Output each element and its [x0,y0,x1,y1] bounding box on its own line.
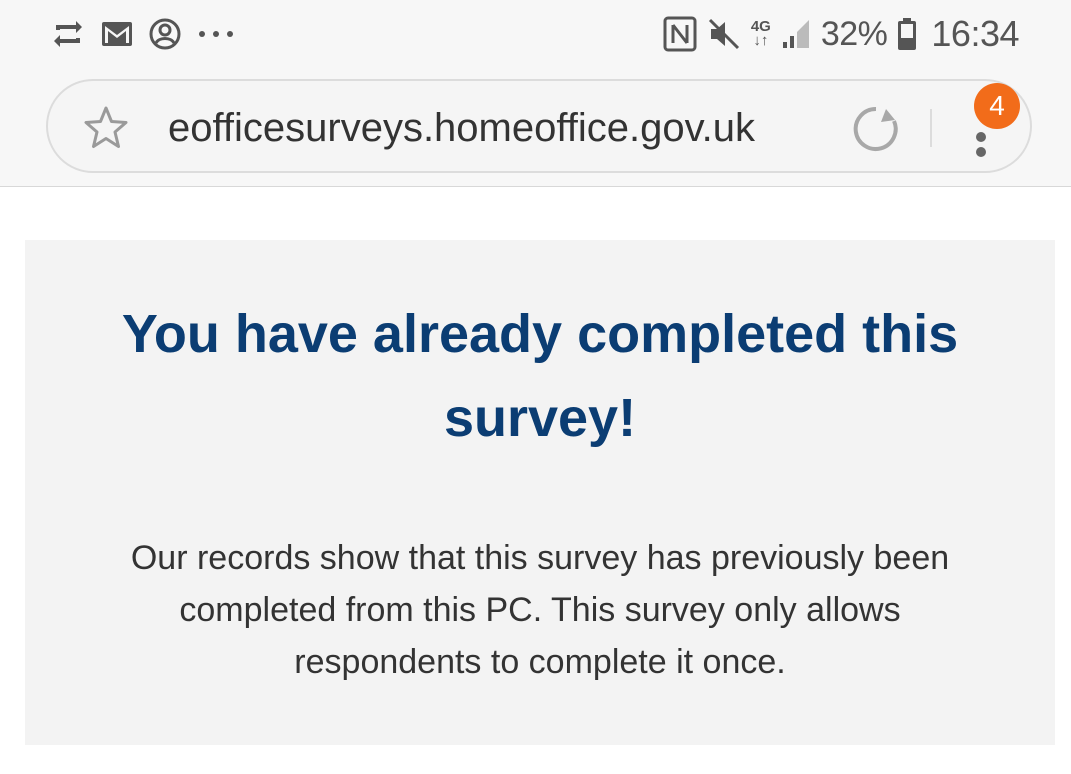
account-circle-icon [148,17,182,51]
message-panel: You have already completed this survey! … [25,240,1055,745]
more-dots-icon [196,29,236,39]
signal-icon [781,18,811,50]
battery-icon [897,17,917,51]
info-message: Our records show that this survey has pr… [130,539,950,681]
notification-badge: 4 [974,83,1020,129]
nfc-icon [663,16,697,52]
clock: 16:34 [931,13,1019,54]
mobile-data-icon: 4G ↓↑ [750,18,771,49]
page-title: You have already completed this survey! [121,304,959,448]
sync-icon [50,18,86,50]
browser-toolbar: eofficesurveys.homeoffice.gov.uk [0,70,1071,187]
toolbar-divider [930,109,932,147]
address-bar[interactable]: eofficesurveys.homeoffice.gov.uk [46,79,1032,173]
url-text[interactable]: eofficesurveys.homeoffice.gov.uk [168,99,818,157]
reload-icon[interactable] [850,103,902,155]
gmail-icon [100,20,134,48]
status-bar: 4G ↓↑ 32% 16:34 [0,0,1071,70]
battery-percent: 32% [820,14,888,53]
mute-icon [707,17,741,51]
bookmark-star-icon[interactable] [82,104,130,152]
